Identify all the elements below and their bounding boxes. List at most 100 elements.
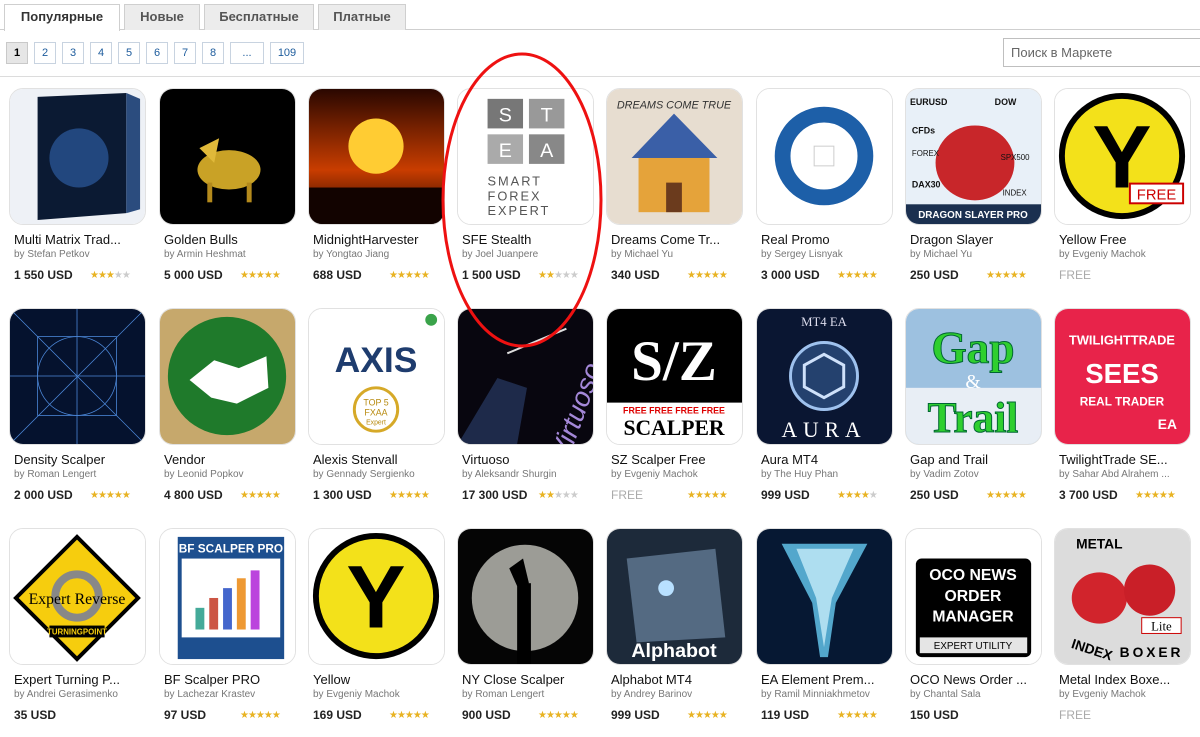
product-card[interactable]: AXIS TOP 5 FXAA Expert Alexis Stenvall by Gen… [308,308,447,508]
product-author[interactable]: by Vadim Zotov [910,469,1044,480]
product-name[interactable]: Alphabot MT4 [611,672,745,687]
product-name[interactable]: Dreams Come Tr... [611,232,745,247]
product-name[interactable]: OCO News Order ... [910,672,1044,687]
product-author[interactable]: by Andrey Barinov [611,689,745,700]
grid-lines-icon[interactable] [9,308,146,445]
product-author[interactable]: by Roman Lengert [14,469,148,480]
product-author[interactable]: by Aleksandr Shurgin [462,469,596,480]
bf-box-icon[interactable]: BF SCALPER PRO [159,528,296,665]
product-card[interactable]: METAL INDEX BOXER Lite Metal Index Boxe... by… [1054,528,1193,728]
product-author[interactable]: by Lachezar Krastev [164,689,298,700]
oco-news-icon[interactable]: OCO NEWS ORDER MANAGER EXPERT UTILITY [905,528,1042,665]
page-last[interactable]: 109 [270,42,304,64]
axis-logo-icon[interactable]: AXIS TOP 5 FXAA Expert [308,308,445,445]
product-name[interactable]: Gap and Trail [910,452,1044,467]
product-author[interactable]: by Evgeniy Machok [313,689,447,700]
bull-icon[interactable] [159,88,296,225]
product-name[interactable]: SZ Scalper Free [611,452,745,467]
product-author[interactable]: by Sergey Lisnyak [761,249,895,260]
product-author[interactable]: by Evgeniy Machok [1059,249,1193,260]
tab-new[interactable]: Новые [124,4,200,30]
product-name[interactable]: Density Scalper [14,452,148,467]
product-name[interactable]: Aura MT4 [761,452,895,467]
box-icon[interactable] [9,88,146,225]
product-name[interactable]: Real Promo [761,232,895,247]
product-name[interactable]: Expert Turning P... [14,672,148,687]
gap-trail-icon[interactable]: Gap & Trail [905,308,1042,445]
tab-popular[interactable]: Популярные [4,4,120,31]
product-card[interactable]: Gap & Trail Gap and Trail by Vadim Zotov 250 … [905,308,1044,508]
product-card[interactable]: OCO NEWS ORDER MANAGER EXPERT UTILITY OCO Ne… [905,528,1044,728]
page-2[interactable]: 2 [34,42,56,64]
twilight-icon[interactable]: TWILIGHTTRADE SEES REAL TRADER EA [1054,308,1191,445]
product-author[interactable]: by Andrei Gerasimenko [14,689,148,700]
product-name[interactable]: Golden Bulls [164,232,298,247]
product-card[interactable]: BF SCALPER PRO BF Scalper PRO by Lachezar … [159,528,298,728]
dragon-icon[interactable]: EURUSD DOW CFDs FOREX SPX500 DAX30 INDEX DRAGON… [905,88,1042,225]
product-card[interactable]: Vendor by Leonid Popkov 4 800 USD ★★★★★ [159,308,298,508]
product-author[interactable]: by Joel Juanpere [462,249,596,260]
product-name[interactable]: MidnightHarvester [313,232,447,247]
product-name[interactable]: Virtuoso [462,452,596,467]
product-card[interactable]: Alphabot Alphabot MT4 by Andrey Barinov 999… [606,528,745,728]
product-name[interactable]: Alexis Stenvall [313,452,447,467]
product-card[interactable]: Y FREE Yellow Free by Evgeniy Machok FREE [1054,88,1193,288]
product-author[interactable]: by Armin Heshmat [164,249,298,260]
product-card[interactable]: TWILIGHTTRADE SEES REAL TRADER EA TwilightTr… [1054,308,1193,508]
product-author[interactable]: by Gennady Sergienko [313,469,447,480]
product-card[interactable]: S T E A SMART FOREX EXPERT SFE Stealth by Joel J… [457,88,596,288]
product-author[interactable]: by Ramil Minniakhmetov [761,689,895,700]
sunset-icon[interactable] [308,88,445,225]
page-3[interactable]: 3 [62,42,84,64]
page-6[interactable]: 6 [146,42,168,64]
product-card[interactable]: MidnightHarvester by Yongtao Jiang 688 USD… [308,88,447,288]
product-name[interactable]: Yellow Free [1059,232,1193,247]
page-1[interactable]: 1 [6,42,28,64]
yellow-y-free-icon[interactable]: Y FREE [1054,88,1191,225]
handshake-icon[interactable] [159,308,296,445]
page-4[interactable]: 4 [90,42,112,64]
product-name[interactable]: Metal Index Boxe... [1059,672,1193,687]
product-name[interactable]: EA Element Prem... [761,672,895,687]
robot-head-icon[interactable]: Alphabot [606,528,743,665]
boxing-gloves-icon[interactable]: METAL INDEX BOXER Lite [1054,528,1191,665]
product-name[interactable]: BF Scalper PRO [164,672,298,687]
expert-reverse-icon[interactable]: Expert Reverse TURNINGPOINT [9,528,146,665]
product-card[interactable]: Virtuoso Virtuoso by Aleksandr Shurgin 17 3… [457,308,596,508]
conductor-icon[interactable]: Virtuoso [457,308,594,445]
product-card[interactable]: EA Element Prem... by Ramil Minniakhmetov… [756,528,895,728]
product-card[interactable]: Golden Bulls by Armin Heshmat 5 000 USD ★★★… [159,88,298,288]
stea-logo-icon[interactable]: S T E A SMART FOREX EXPERT [457,88,594,225]
aura-logo-icon[interactable]: MT4 EA AURA [756,308,893,445]
product-author[interactable]: by The Huy Phan [761,469,895,480]
product-author[interactable]: by Michael Yu [910,249,1044,260]
product-author[interactable]: by Yongtao Jiang [313,249,447,260]
product-name[interactable]: Vendor [164,452,298,467]
tab-paid[interactable]: Платные [318,4,406,30]
product-author[interactable]: by Sahar Abd Alrahem ... [1059,469,1193,480]
product-card[interactable]: Y Yellow by Evgeniy Machok 169 USD ★★★★★ [308,528,447,728]
product-author[interactable]: by Michael Yu [611,249,745,260]
product-author[interactable]: by Chantal Sala [910,689,1044,700]
yellow-y-icon[interactable]: Y [308,528,445,665]
page-7[interactable]: 7 [174,42,196,64]
product-card[interactable]: Density Scalper by Roman Lengert 2 000 USD… [9,308,148,508]
tornado-icon[interactable] [756,528,893,665]
page-8[interactable]: 8 [202,42,224,64]
product-card[interactable]: DREAMS COME TRUE Dreams Come Tr... by Mich… [606,88,745,288]
product-card[interactable]: Real Promo by Sergey Lisnyak 3 000 USD ★★★★… [756,88,895,288]
product-name[interactable]: Dragon Slayer [910,232,1044,247]
product-name[interactable]: Multi Matrix Trad... [14,232,148,247]
house-icon[interactable]: DREAMS COME TRUE [606,88,743,225]
sz-logo-icon[interactable]: S/Z FREE FREE FREE FREE SCALPER [606,308,743,445]
product-card[interactable]: Expert Reverse TURNINGPOINT Expert Turning… [9,528,148,728]
product-author[interactable]: by Stefan Petkov [14,249,148,260]
product-name[interactable]: TwilightTrade SE... [1059,452,1193,467]
product-author[interactable]: by Leonid Popkov [164,469,298,480]
product-card[interactable]: MT4 EA AURA Aura MT4 by The Huy Phan 999 USD… [756,308,895,508]
product-name[interactable]: Yellow [313,672,447,687]
product-name[interactable]: NY Close Scalper [462,672,596,687]
page-5[interactable]: 5 [118,42,140,64]
product-card[interactable]: Multi Matrix Trad... by Stefan Petkov 1 55… [9,88,148,288]
product-author[interactable]: by Roman Lengert [462,689,596,700]
